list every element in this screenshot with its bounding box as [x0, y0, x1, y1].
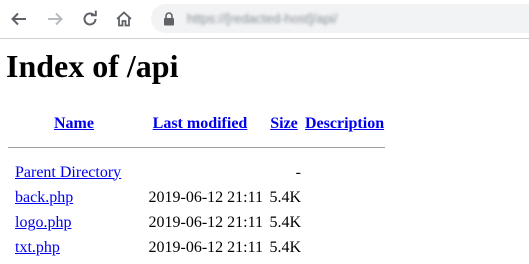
icon-column-header: [8, 112, 12, 135]
file-size: 5.4K: [269, 188, 301, 206]
file-link-txt-php[interactable]: txt.php: [15, 239, 60, 256]
directory-listing: Name Last modified Size Description Pare…: [6, 112, 387, 260]
file-modified: 2019-06-12 21:11: [148, 188, 263, 206]
address-bar[interactable]: https://[redacted-host]/api/: [151, 4, 529, 33]
home-button[interactable]: [114, 9, 134, 29]
header-row: Name Last modified Size Description: [8, 112, 385, 135]
reload-icon: [83, 10, 97, 26]
home-icon: [116, 11, 132, 27]
file-row: logo.php 2019-06-12 21:11 5.4K: [8, 210, 385, 235]
forward-button[interactable]: [45, 9, 65, 29]
last-modified-column-header: Last modified: [136, 112, 264, 135]
sort-by-description-link[interactable]: Description: [305, 115, 384, 132]
file-modified: 2019-06-12 21:11: [148, 213, 263, 231]
file-size: 5.4K: [269, 238, 301, 256]
sort-by-name-link[interactable]: Name: [54, 115, 94, 132]
reload-button[interactable]: [80, 9, 100, 29]
separator-row: [8, 135, 386, 160]
file-modified: 2019-06-12 21:11: [148, 238, 263, 256]
file-row: txt.php 2019-06-12 21:11 5.4K: [8, 235, 385, 260]
file-link-back-php[interactable]: back.php: [15, 189, 73, 206]
parent-directory-row: Parent Directory -: [8, 160, 385, 185]
sort-by-size-link[interactable]: Size: [270, 115, 298, 132]
divider: [8, 147, 386, 148]
lock-icon: [164, 12, 174, 26]
file-link-logo-php[interactable]: logo.php: [15, 214, 71, 231]
page-title: Index of /api: [6, 48, 179, 84]
browser-toolbar: https://[redacted-host]/api/: [0, 0, 529, 39]
sort-by-last-modified-link[interactable]: Last modified: [153, 115, 248, 132]
description-column-header: Description: [304, 112, 385, 135]
file-size: 5.4K: [269, 213, 301, 231]
address-url: https://[redacted-host]/api/: [187, 11, 338, 26]
back-button[interactable]: [9, 9, 29, 29]
file-size: -: [295, 163, 301, 181]
file-row: back.php 2019-06-12 21:11 5.4K: [8, 185, 385, 210]
arrow-left-icon: [11, 12, 26, 26]
arrow-right-icon: [48, 12, 63, 26]
parent-directory-link[interactable]: Parent Directory: [15, 164, 121, 181]
size-column-header: Size: [266, 112, 302, 135]
name-column-header: Name: [14, 112, 134, 135]
